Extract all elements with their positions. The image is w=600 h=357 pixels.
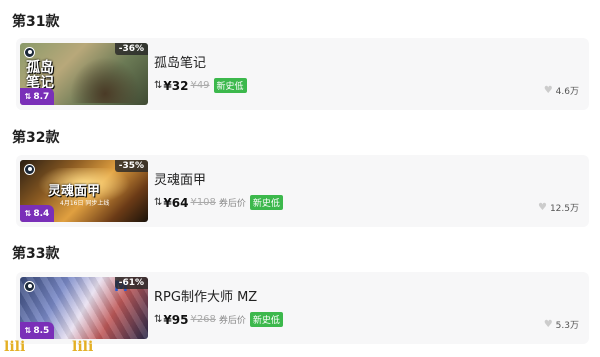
score-badge: ⇅ 8.4	[20, 205, 54, 222]
section-heading: 第32款	[12, 130, 60, 146]
game-cover-image[interactable]: 灵魂面甲 4月16日 同步上线 -35% ⇅ 8.4	[20, 160, 148, 222]
likes-count[interactable]: ♥ 4.6万	[544, 84, 579, 97]
score-value: 8.4	[33, 208, 50, 219]
likes-count[interactable]: ♥ 5.3万	[544, 318, 579, 331]
watermark: lili	[72, 339, 94, 355]
price-row: ⇅ ¥64 ¥108 券后价 新史低	[154, 195, 283, 210]
historic-low-badge: 新史低	[249, 195, 283, 210]
likes-count[interactable]: ♥ 12.5万	[538, 201, 579, 214]
section-heading: 第33款	[12, 246, 60, 262]
steam-icon	[24, 47, 35, 58]
current-price: ¥64	[163, 195, 189, 210]
coupon-note: 券后价	[218, 199, 246, 209]
discount-badge: -35%	[114, 160, 148, 172]
section-heading: 第31款	[12, 14, 60, 30]
price-row: ⇅ ¥32 ¥49 新史低	[154, 78, 247, 93]
game-name[interactable]: RPG制作大师 MZ	[154, 286, 257, 305]
game-card[interactable]: 孤岛笔记 -36% ⇅ 8.7 孤岛笔记 ⇅ ¥32 ¥49 新史低 ♥ 4.6…	[16, 38, 589, 110]
up-down-icon: ⇅	[154, 80, 163, 91]
original-price: ¥108	[190, 197, 216, 208]
game-cover-image[interactable]: M -61% ⇅ 8.5	[20, 277, 148, 339]
coupon-note: 券后价	[218, 316, 246, 326]
up-down-icon: ⇅	[24, 92, 32, 101]
original-price: ¥49	[190, 80, 210, 91]
score-badge: ⇅ 8.7	[20, 88, 54, 105]
up-down-icon: ⇅	[24, 209, 32, 218]
likes-value: 12.5万	[549, 204, 579, 214]
likes-value: 5.3万	[555, 321, 579, 331]
current-price: ¥32	[163, 78, 189, 93]
discount-badge: -61%	[114, 277, 148, 289]
price-row: ⇅ ¥95 ¥268 券后价 新史低	[154, 312, 283, 327]
game-name[interactable]: 孤岛笔记	[154, 52, 206, 71]
cover-title: 孤岛笔记	[26, 60, 54, 91]
current-price: ¥95	[163, 312, 189, 327]
original-price: ¥268	[190, 314, 216, 325]
game-cover-image[interactable]: 孤岛笔记 -36% ⇅ 8.7	[20, 43, 148, 105]
up-down-icon: ⇅	[24, 326, 32, 335]
historic-low-badge: 新史低	[249, 312, 283, 327]
heart-icon: ♥	[537, 202, 547, 213]
game-card[interactable]: 灵魂面甲 4月16日 同步上线 -35% ⇅ 8.4 灵魂面甲 ⇅ ¥64 ¥1…	[16, 155, 589, 227]
game-card[interactable]: M -61% ⇅ 8.5 RPG制作大师 MZ ⇅ ¥95 ¥268 券后价 新…	[16, 272, 589, 344]
heart-icon: ♥	[543, 319, 553, 330]
cover-scene	[70, 57, 140, 103]
steam-icon	[24, 164, 35, 175]
up-down-icon: ⇅	[154, 197, 163, 208]
score-value: 8.7	[33, 91, 50, 102]
game-name[interactable]: 灵魂面甲	[154, 169, 206, 188]
discount-badge: -36%	[114, 43, 148, 55]
historic-low-badge: 新史低	[213, 78, 247, 93]
score-badge: ⇅ 8.5	[20, 322, 54, 339]
steam-icon	[24, 281, 35, 292]
likes-value: 4.6万	[555, 87, 579, 97]
cover-title: 灵魂面甲	[48, 184, 101, 199]
heart-icon: ♥	[543, 85, 553, 96]
up-down-icon: ⇅	[154, 314, 163, 325]
watermark: lili	[4, 339, 26, 355]
cover-subtitle: 4月16日 同步上线	[60, 200, 110, 207]
score-value: 8.5	[33, 325, 50, 336]
